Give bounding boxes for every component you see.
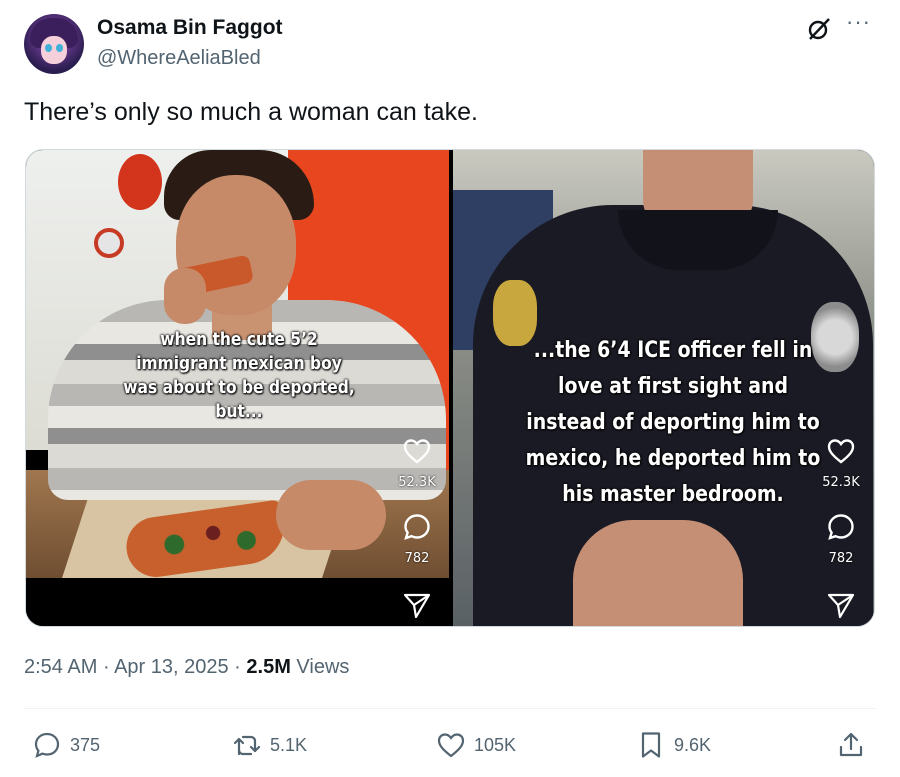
- heart-outline-icon: [403, 439, 431, 464]
- media-grid[interactable]: when the cute 5’2 immigrant mexican boy …: [25, 149, 875, 627]
- send-icon: [827, 593, 855, 619]
- like-count: 105K: [474, 734, 517, 755]
- bookmark-button[interactable]: 9.6K: [636, 730, 711, 760]
- repost-count: 5.1K: [270, 734, 308, 755]
- heart-outline-icon: [827, 439, 855, 464]
- comments-count-right: 782: [828, 551, 854, 566]
- media-caption-left: when the cute 5’2 immigrant mexican boy …: [123, 329, 355, 422]
- post-date[interactable]: Apr 13, 2025: [114, 656, 229, 678]
- avatar[interactable]: [24, 14, 84, 74]
- media-image-right[interactable]: ...the 6’4 ICE officer fell in love at f…: [453, 150, 874, 626]
- grok-icon[interactable]: [806, 16, 832, 42]
- bookmark-icon: [641, 732, 661, 758]
- like-button[interactable]: 105K: [436, 730, 516, 760]
- author-handle[interactable]: @WhereAeliaBled: [97, 47, 261, 70]
- like-icon: [437, 733, 465, 758]
- media-caption-right: ...the 6’4 ICE officer fell in love at f…: [525, 338, 821, 507]
- post-time[interactable]: 2:54 AM: [24, 656, 97, 678]
- repost-icon: [233, 735, 261, 756]
- share-icon: [839, 732, 863, 757]
- bookmark-count: 9.6K: [674, 734, 712, 755]
- comments-count-left: 782: [404, 551, 430, 566]
- views-count: 2.5M: [246, 656, 291, 678]
- post-meta: 2:54 AM · Apr 13, 2025 · 2.5M Views: [24, 656, 350, 678]
- comment-icon: [828, 514, 854, 540]
- repost-button[interactable]: 5.1K: [232, 730, 307, 760]
- reply-icon: [34, 732, 60, 758]
- author-display-name[interactable]: Osama Bin Faggot: [97, 16, 283, 40]
- share-button[interactable]: [836, 730, 874, 760]
- likes-count-right: 52.3K: [822, 475, 860, 490]
- divider: [24, 708, 876, 709]
- views-label: Views: [296, 656, 350, 678]
- reply-button[interactable]: 375: [32, 730, 100, 760]
- more-icon[interactable]: ···: [846, 11, 874, 36]
- comment-icon: [404, 514, 430, 540]
- post-text: There’s only so much a woman can take.: [24, 98, 478, 126]
- likes-count-left: 52.3K: [398, 475, 436, 490]
- reply-count: 375: [70, 734, 101, 755]
- media-image-left[interactable]: when the cute 5’2 immigrant mexican boy …: [26, 150, 449, 626]
- send-icon: [403, 593, 431, 619]
